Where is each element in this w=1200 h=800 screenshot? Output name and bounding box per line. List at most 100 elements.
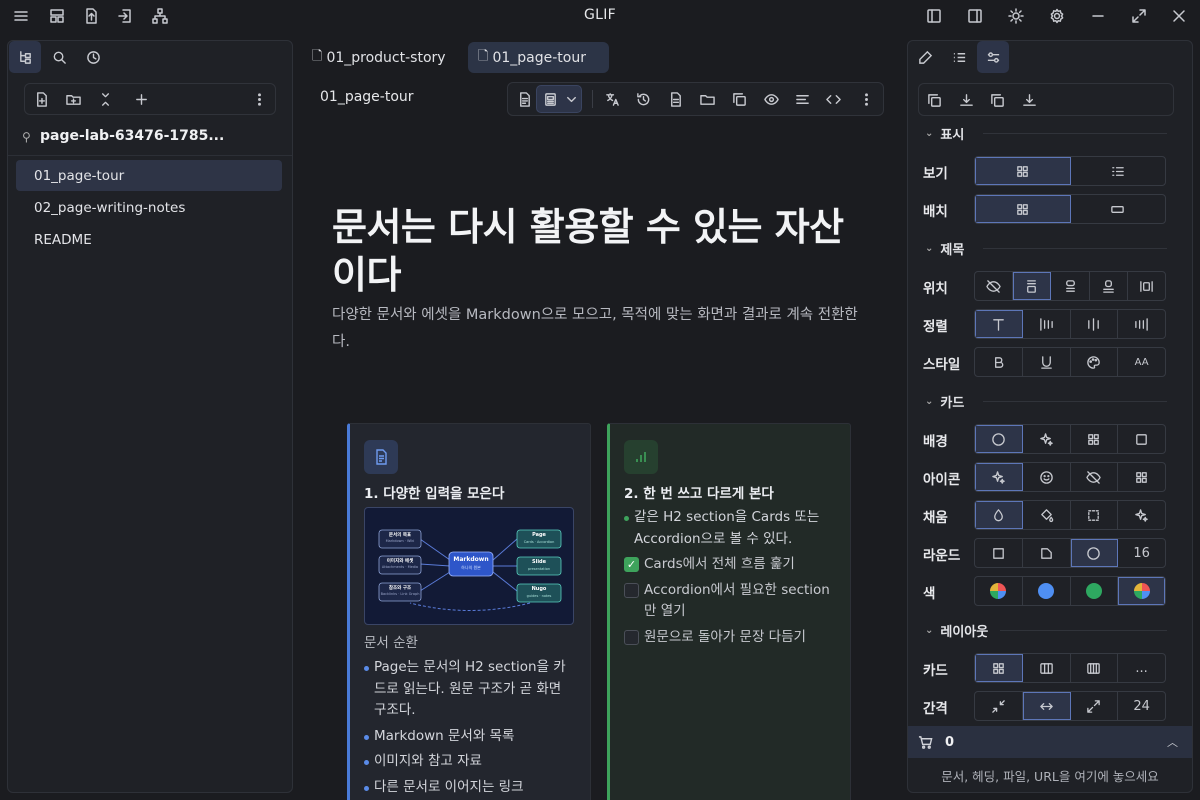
divider <box>8 155 292 156</box>
text-icon[interactable] <box>975 310 1023 338</box>
section-layout[interactable]: ⌄ 레이아웃 <box>925 620 1167 640</box>
eye-off-icon[interactable] <box>1071 463 1119 491</box>
horizontal-arrows-icon[interactable] <box>1022 692 1071 720</box>
blue-swatch[interactable] <box>1023 577 1071 605</box>
circle-icon[interactable] <box>1070 539 1119 567</box>
edit-icon[interactable] <box>909 41 941 73</box>
copy-icon[interactable] <box>725 85 753 113</box>
sliders-icon[interactable] <box>977 41 1009 73</box>
new-folder-icon[interactable] <box>59 85 87 113</box>
columns-icon[interactable] <box>1023 654 1071 682</box>
checkbox-checked-icon[interactable]: ✓ <box>624 557 639 572</box>
file-tree-icon[interactable] <box>9 41 41 73</box>
collection-bar[interactable]: 0 ︿ <box>908 726 1192 758</box>
align-left-icon[interactable] <box>1023 310 1071 338</box>
checkbox-icon[interactable] <box>624 582 639 598</box>
drop-icon[interactable] <box>975 501 1023 529</box>
copy-icon[interactable] <box>983 86 1011 114</box>
multicolor-swatch[interactable] <box>975 577 1023 605</box>
tab-01-product-story[interactable]: 🗋 01_product-story <box>302 42 462 73</box>
gap-value[interactable]: 24 <box>1118 692 1165 720</box>
history-icon[interactable] <box>629 85 657 113</box>
clock-icon[interactable] <box>77 41 109 73</box>
close-icon[interactable] <box>1166 3 1192 29</box>
left-panel-icon[interactable] <box>921 3 947 29</box>
chevron-down-icon[interactable] <box>557 85 585 113</box>
expand-icon[interactable] <box>1071 692 1119 720</box>
align-center-icon[interactable] <box>1071 310 1119 338</box>
columns-many-icon[interactable] <box>1071 654 1119 682</box>
circle-icon[interactable] <box>975 425 1023 453</box>
palette-icon[interactable] <box>1071 348 1119 376</box>
maximize-icon[interactable] <box>1126 3 1152 29</box>
title-side-icon[interactable] <box>1128 272 1165 300</box>
sparkle-icon[interactable] <box>975 463 1023 491</box>
copy-icon[interactable] <box>920 86 948 114</box>
gear-icon[interactable] <box>1044 3 1070 29</box>
folder-icon[interactable] <box>693 85 721 113</box>
square-icon[interactable] <box>1118 425 1165 453</box>
drop-zone[interactable]: 문서, 헤딩, 파일, URL을 여기에 놓으세요 <box>908 758 1192 792</box>
row-label: 배치 <box>923 204 948 220</box>
grid-icon[interactable] <box>975 157 1071 185</box>
grid-icon[interactable] <box>975 195 1071 223</box>
new-file-icon[interactable] <box>27 85 55 113</box>
sparkle-icon[interactable] <box>1023 425 1071 453</box>
minimize-icon[interactable] <box>1085 3 1111 29</box>
search-icon[interactable] <box>43 41 75 73</box>
multicolor-swatch-selected[interactable] <box>1118 577 1165 605</box>
more-icon[interactable] <box>245 85 273 113</box>
collapse-icon[interactable] <box>91 85 119 113</box>
square-icon[interactable] <box>975 539 1023 567</box>
underline-icon[interactable] <box>1023 348 1071 376</box>
grid-icon[interactable] <box>1071 425 1119 453</box>
list-icon[interactable] <box>943 41 975 73</box>
align-icon[interactable] <box>788 85 816 113</box>
green-swatch[interactable] <box>1071 577 1119 605</box>
bucket-icon[interactable] <box>1023 501 1071 529</box>
eye-off-icon[interactable] <box>975 272 1014 300</box>
section-card[interactable]: ⌄ 카드 <box>925 391 1167 411</box>
file-item-02-page-writing-notes[interactable]: 02_page-writing-notes <box>16 192 282 223</box>
section-title[interactable]: ⌄ 제목 <box>925 238 1167 258</box>
smile-icon[interactable] <box>1023 463 1071 491</box>
chevron-up-icon[interactable]: ︿ <box>1167 734 1178 750</box>
rectangle-icon[interactable] <box>1071 195 1166 223</box>
task-item[interactable]: 원문으로 돌아가 문장 다듬기 <box>624 627 834 649</box>
tab-01-page-tour[interactable]: 🗋 01_page-tour <box>468 42 609 73</box>
file-item-readme[interactable]: README <box>16 224 282 255</box>
more-options[interactable]: ... <box>1118 654 1165 682</box>
sun-icon[interactable] <box>1003 3 1029 29</box>
grid-icon[interactable] <box>975 654 1023 682</box>
sparkle-icon[interactable] <box>1118 501 1165 529</box>
checkbox-icon[interactable] <box>624 629 639 645</box>
vault-name[interactable]: page-lab-63476-1785... <box>40 128 290 148</box>
download-icon[interactable] <box>1015 86 1043 114</box>
task-item[interactable]: Accordion에서 필요한 section 만 열기 <box>624 580 834 623</box>
more-icon[interactable] <box>852 85 880 113</box>
shrink-icon[interactable] <box>975 692 1023 720</box>
task-label: Accordion에서 필요한 section 만 열기 <box>644 581 830 620</box>
section-display[interactable]: ⌄ 표시 <box>925 123 1167 143</box>
round-value[interactable]: 16 <box>1118 539 1165 567</box>
doc-icon[interactable] <box>510 85 538 113</box>
eye-icon[interactable] <box>757 85 785 113</box>
right-panel-icon[interactable] <box>962 3 988 29</box>
title-middle-icon[interactable] <box>1051 272 1090 300</box>
grid-icon[interactable] <box>1118 463 1165 491</box>
file-icon[interactable] <box>661 85 689 113</box>
bold-icon[interactable] <box>975 348 1023 376</box>
dotted-square-icon[interactable] <box>1071 501 1119 529</box>
translate-icon[interactable] <box>598 85 626 113</box>
title-bottom-icon[interactable] <box>1090 272 1128 300</box>
font-size-icon[interactable]: AA <box>1118 348 1165 376</box>
list-icon[interactable] <box>1071 157 1166 185</box>
file-item-01-page-tour[interactable]: 01_page-tour <box>16 160 282 191</box>
title-top-icon[interactable] <box>1013 272 1052 300</box>
download-icon[interactable] <box>952 86 980 114</box>
align-right-icon[interactable] <box>1118 310 1165 338</box>
corner-icon[interactable] <box>1023 539 1071 567</box>
task-item[interactable]: ✓ Cards에서 전체 흐름 훑기 <box>624 554 834 576</box>
code-icon[interactable] <box>819 85 847 113</box>
plus-icon[interactable] <box>127 85 155 113</box>
